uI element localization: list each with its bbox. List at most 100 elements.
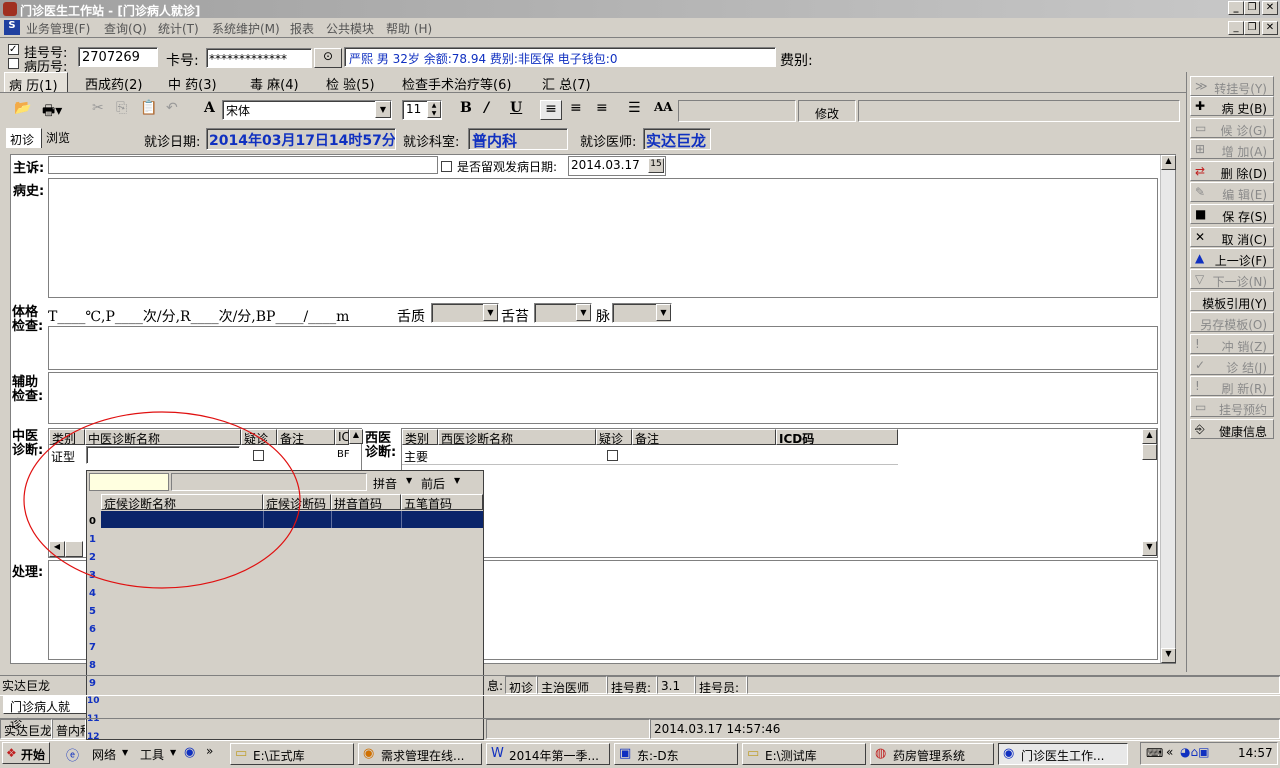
card-read-icon[interactable]: ⊙ [314,48,342,68]
align-center-icon[interactable]: ≡ [570,100,582,116]
tray-expand-icon[interactable]: « [1166,745,1173,759]
font-size-input[interactable]: 11 ▲ ▼ [402,100,442,120]
sidebar-btn-next[interactable]: ▽ 下一诊(N) [1190,269,1274,289]
task-remote[interactable]: ▣ 东:-D东 [614,743,738,765]
tab-western-medicine[interactable]: 西成药(2) [85,72,142,93]
window-tab-visit[interactable]: 门诊病人就诊 [3,696,87,731]
tab-chinese-medicine[interactable]: 中 药(3) [168,72,217,93]
minimize-icon[interactable]: _ [1228,1,1244,15]
calendar-icon[interactable]: 15 [648,158,664,173]
sidebar-btn-add[interactable]: ⊞ 增 加(A) [1190,139,1274,159]
menu-maintenance[interactable]: 系统维护(M) [212,20,280,37]
task-clinic-active[interactable]: ◉ 门诊医生工作... [998,743,1128,765]
taskbar-tools[interactable]: 工具 [140,746,164,763]
bullet-list-icon[interactable]: ☰ [628,100,641,116]
task-requirements[interactable]: ◉ 需求管理在线... [358,743,482,765]
sidebar-btn-refresh[interactable]: ! 刷 新(R) [1190,376,1274,396]
task-test-db[interactable]: ▭ E:\测试库 [742,743,866,765]
chevron-down-icon[interactable]: ▼ [375,101,391,118]
mdi-minimize-icon[interactable]: _ [1228,21,1244,35]
quicklaunch-ie-icon[interactable]: ⓔ [66,745,79,764]
underline-icon[interactable]: U [510,100,522,116]
exam-textarea[interactable] [48,326,1158,370]
reg-checkbox[interactable]: ✓ [8,44,19,55]
globe-icon[interactable]: ◉ [184,745,195,760]
close-icon[interactable]: ✕ [1262,1,1278,15]
spin-icon[interactable]: ▲ ▼ [427,101,441,118]
tools-chevron-icon[interactable]: ▼ [170,748,176,757]
tab-browse[interactable]: 浏览 [46,129,70,146]
sidebar-btn-save[interactable]: ■ 保 存(S) [1190,204,1274,224]
sidebar-btn-transfer[interactable]: ≫ 转挂号(Y) [1190,76,1274,96]
tab-narcotics[interactable]: 毒 麻(4) [250,72,299,93]
observe-date-input[interactable]: 2014.03.17 15 [568,156,666,176]
chevron-down-icon[interactable]: ▼ [576,304,591,321]
pulse-select[interactable]: ▼ [612,303,672,323]
scroll-down-icon[interactable]: ▼ [1161,648,1176,663]
wm-suspect-checkbox[interactable] [607,450,618,461]
modify-button[interactable]: 修改 [798,100,856,122]
menu-public[interactable]: 公共模块 [326,20,374,37]
task-quarter-doc[interactable]: W 2014年第一季... [486,743,610,765]
copy-icon[interactable]: ⎘ [116,100,127,116]
reg-no-input[interactable]: 2707269 [78,47,158,67]
undo-icon[interactable]: ↶ [166,100,178,116]
font-color-icon[interactable]: AA [654,100,673,114]
sidebar-btn-cancel[interactable]: ✕ 取 消(C) [1190,227,1274,247]
pinyin-chevron-icon[interactable]: ▼ [406,476,412,485]
card-input[interactable]: ************* [206,48,312,68]
pinyin-toggle[interactable]: 拼音 [373,475,397,492]
sidebar-btn-edit[interactable]: ✎ 编 辑(E) [1190,182,1274,202]
history-textarea[interactable] [48,178,1158,298]
align-left-icon[interactable]: ≡ [540,100,562,120]
tab-lab[interactable]: 检 验(5) [326,72,375,93]
chevron-down-icon[interactable]: ▼ [656,304,671,321]
sidebar-btn-waiting[interactable]: ▭ 候 诊(G) [1190,118,1274,138]
wm-scroll-thumb[interactable] [1142,444,1157,460]
restore-icon[interactable]: ❐ [1244,1,1260,15]
align-right-icon[interactable]: ≡ [596,100,608,116]
tongue-select[interactable]: ▼ [431,303,499,323]
tab-summary[interactable]: 汇 总(7) [542,72,591,93]
network-chevron-icon[interactable]: ▼ [122,748,128,757]
observe-checkbox[interactable] [441,161,452,172]
menu-stats[interactable]: 统计(T) [158,20,199,37]
form-scrollbar[interactable]: ▲ ▼ [1160,155,1176,663]
paste-icon[interactable]: 📋 [140,100,157,116]
mdi-close-icon[interactable]: ✕ [1262,21,1278,35]
open-icon[interactable]: 📂 [14,100,31,116]
tab-exam-surgery[interactable]: 检查手术治疗等(6) [402,72,511,93]
font-name-select[interactable]: 宋体 ▼ [222,100,392,120]
tab-medical-record[interactable]: 病 历(1) [4,72,68,94]
start-button[interactable]: ❖ 开始 [2,742,50,764]
menu-report[interactable]: 报表 [290,20,314,37]
mdi-restore-icon[interactable]: ❐ [1244,21,1260,35]
print-icon[interactable]: 🖶▾ [42,100,62,124]
tray-apps-icon[interactable]: ◕⌂▣ [1180,745,1209,759]
sidebar-btn-template[interactable]: 模板引用(Y) [1190,291,1274,311]
menu-business[interactable]: 业务管理(F) [26,20,90,37]
task-formal-db[interactable]: ▭ E:\正式库 [230,743,354,765]
complaint-input[interactable] [48,156,438,174]
bold-icon[interactable]: B [460,100,472,116]
order-toggle[interactable]: 前后 [421,475,445,492]
scroll-up-icon[interactable]: ▲ [1161,155,1176,170]
record-checkbox[interactable] [8,58,19,69]
task-pharmacy[interactable]: ◍ 药房管理系统 [870,743,994,765]
chevron-down-icon[interactable]: ▼ [483,304,498,321]
sidebar-btn-health[interactable]: ⎆ 健康信息 [1190,419,1274,439]
tcm-scroll-up-icon[interactable]: ▲ [349,429,363,444]
taskbar-network[interactable]: 网络 [92,746,116,763]
more-chevron-icon[interactable]: » [206,744,213,758]
wm-scroll-down-icon[interactable]: ▼ [1142,541,1157,556]
sidebar-btn-reverse[interactable]: ! 冲 销(Z) [1190,334,1274,354]
tab-first-visit[interactable]: 初诊 [6,128,42,148]
sidebar-btn-prev[interactable]: ▲ 上一诊(F) [1190,248,1274,268]
keyboard-icon[interactable]: ⌨ [1146,746,1163,760]
coating-select[interactable]: ▼ [534,303,592,323]
order-chevron-icon[interactable]: ▼ [454,476,460,485]
italic-icon[interactable]: / [484,100,489,116]
sidebar-btn-appointment[interactable]: ▭ 挂号预约 [1190,397,1274,417]
wm-scroll-up-icon[interactable]: ▲ [1142,429,1157,444]
sidebar-btn-save-template[interactable]: 另存模板(O) [1190,312,1274,332]
